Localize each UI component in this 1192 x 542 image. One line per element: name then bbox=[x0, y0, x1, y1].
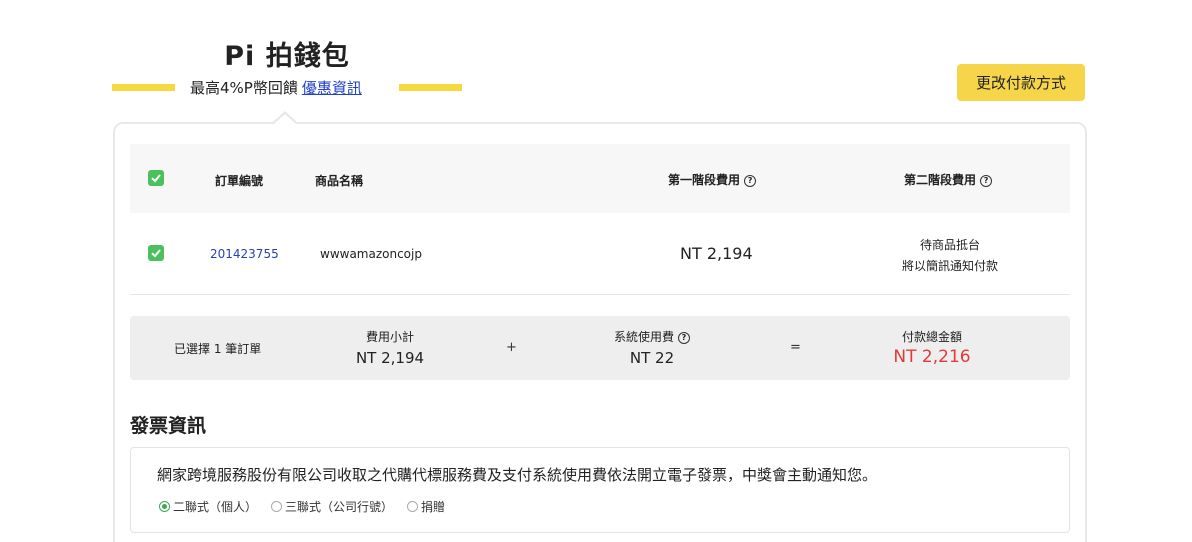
decorative-bar-right bbox=[399, 84, 462, 91]
plus-sign: + bbox=[506, 340, 517, 355]
system-fee-label: 系統使用費? bbox=[592, 328, 712, 345]
invoice-option-company[interactable]: 三聯式（公司行號） bbox=[271, 498, 393, 515]
system-fee-value: NT 22 bbox=[629, 349, 675, 367]
question-circle-icon[interactable]: ? bbox=[980, 174, 993, 187]
invoice-option-label: 捐贈 bbox=[421, 500, 446, 514]
row-checkbox[interactable] bbox=[148, 245, 164, 261]
col-stage1-fee-label: 第一階段費用 bbox=[668, 173, 741, 187]
radio-selected-icon[interactable] bbox=[159, 501, 170, 512]
question-circle-icon[interactable]: ? bbox=[744, 174, 757, 187]
invoice-option-personal[interactable]: 二聯式（個人） bbox=[159, 498, 257, 515]
reward-text: 最高4%P幣回饋 bbox=[190, 79, 298, 97]
system-fee-block: 系統使用費? NT 22 bbox=[592, 328, 712, 367]
payment-method-header: Pi 拍錢包 最高4%P幣回饋 優惠資訊 bbox=[112, 34, 462, 104]
product-name: wwwamazoncojp bbox=[320, 247, 422, 261]
invoice-type-options: 二聯式（個人） 三聯式（公司行號） 捐贈 bbox=[159, 498, 459, 515]
check-icon bbox=[151, 249, 161, 258]
col-stage1-fee: 第一階段費用? bbox=[668, 171, 757, 188]
reward-subtitle: 最高4%P幣回饋 優惠資訊 bbox=[190, 77, 362, 98]
invoice-option-label: 三聯式（公司行號） bbox=[285, 500, 394, 514]
question-circle-icon[interactable]: ? bbox=[678, 331, 690, 344]
selected-count: 已選擇 1 筆訂單 bbox=[174, 342, 262, 356]
order-id-link[interactable]: 201423755 bbox=[210, 247, 279, 261]
total-block: 付款總金額 NT 2,216 bbox=[872, 328, 992, 367]
total-value: NT 2,216 bbox=[893, 347, 971, 367]
stage1-fee-value: NT 2,194 bbox=[680, 244, 753, 263]
invoice-note: 網家跨境服務股份有限公司收取之代購代標服務費及支付系統使用費依法開立電子發票，中… bbox=[157, 466, 878, 484]
radio-icon[interactable] bbox=[271, 501, 283, 512]
page-title: Pi 拍錢包 bbox=[224, 41, 350, 72]
invoice-option-donate[interactable]: 捐贈 bbox=[407, 498, 445, 515]
table-row: 201423755 wwwamazoncojp NT 2,194 待商品抵台 將… bbox=[130, 213, 1070, 295]
invoice-section-title: 發票資訊 bbox=[130, 415, 207, 437]
col-product-name: 商品名稱 bbox=[315, 174, 364, 188]
col-stage2-fee-label: 第二階段費用 bbox=[904, 173, 977, 187]
stage2-fee-status: 待商品抵台 將以簡訊通知付款 bbox=[885, 235, 1015, 277]
stage2-status-line1: 待商品抵台 bbox=[919, 238, 980, 252]
subtotal-label: 費用小計 bbox=[365, 330, 414, 344]
select-all-checkbox[interactable] bbox=[148, 170, 164, 186]
promo-info-link[interactable]: 優惠資訊 bbox=[302, 79, 362, 97]
col-order-id: 訂單編號 bbox=[215, 174, 264, 188]
order-table-header: 訂單編號 商品名稱 第一階段費用? 第二階段費用? bbox=[130, 144, 1070, 213]
total-label: 付款總金額 bbox=[901, 330, 962, 344]
check-icon bbox=[151, 174, 161, 183]
decorative-bar-left bbox=[112, 84, 175, 91]
change-payment-button[interactable]: 更改付款方式 bbox=[957, 64, 1085, 101]
subtotal-block: 費用小計 NT 2,194 bbox=[330, 328, 450, 367]
col-stage2-fee: 第二階段費用? bbox=[904, 171, 993, 188]
payment-summary: 已選擇 1 筆訂單 費用小計 NT 2,194 + 系統使用費? NT 22 =… bbox=[130, 316, 1070, 380]
subtotal-value: NT 2,194 bbox=[355, 349, 425, 367]
system-fee-label-text: 系統使用費 bbox=[613, 330, 674, 344]
radio-icon[interactable] bbox=[407, 501, 419, 512]
stage2-status-line2: 將以簡訊通知付款 bbox=[901, 259, 998, 273]
equals-sign: = bbox=[790, 340, 801, 355]
invoice-box: 網家跨境服務股份有限公司收取之代購代標服務費及支付系統使用費依法開立電子發票，中… bbox=[130, 447, 1070, 533]
invoice-option-label: 二聯式（個人） bbox=[173, 500, 258, 514]
